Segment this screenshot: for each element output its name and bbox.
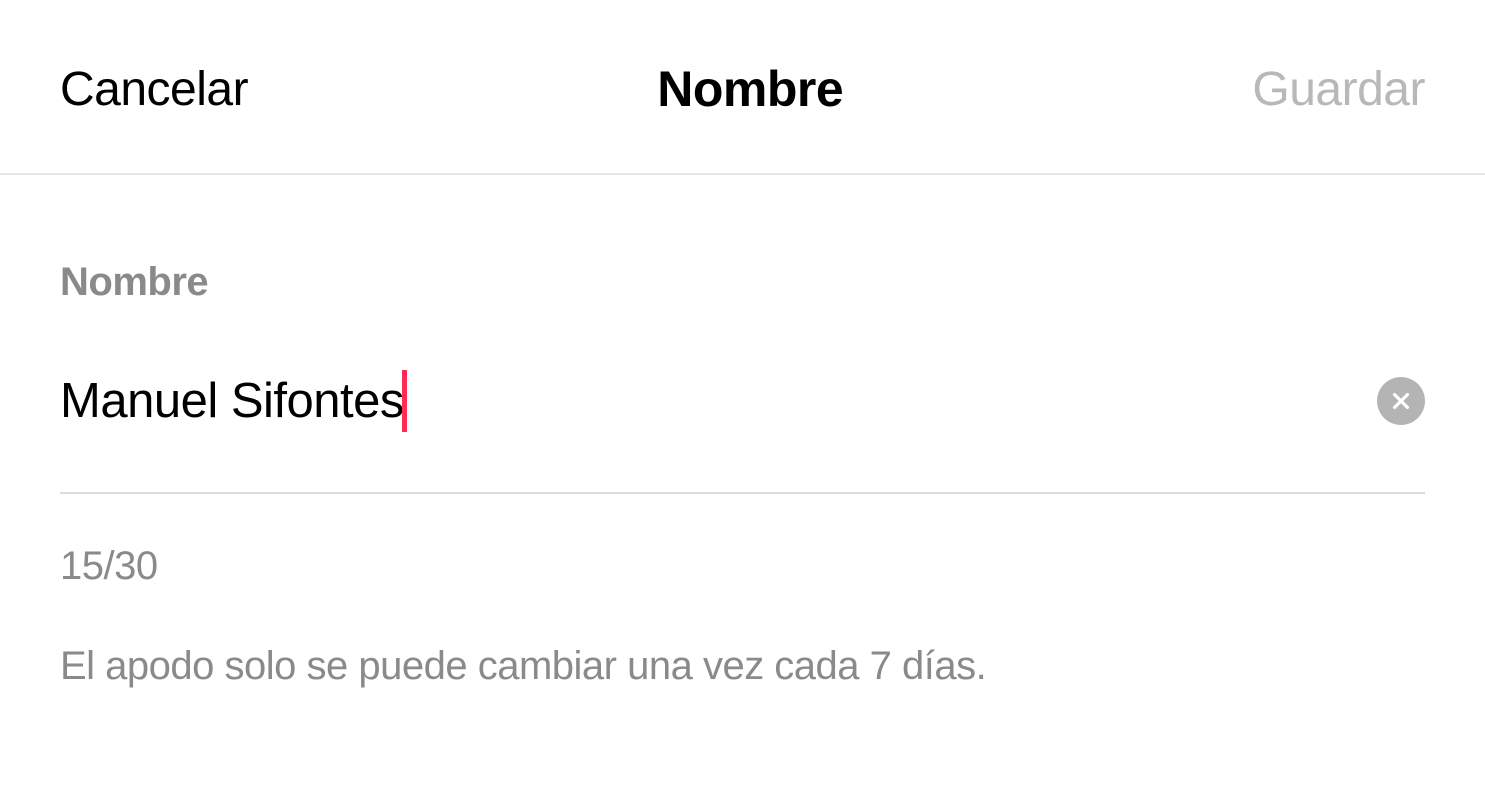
header: Cancelar Nombre Guardar	[0, 0, 1485, 175]
save-button[interactable]: Guardar	[1252, 62, 1425, 117]
close-icon	[1390, 390, 1412, 412]
hint-text: El apodo solo se puede cambiar una vez c…	[60, 644, 1425, 689]
cancel-button[interactable]: Cancelar	[60, 62, 248, 117]
character-count: 15/30	[60, 544, 1425, 589]
name-input[interactable]: Manuel Sifontes	[60, 373, 404, 429]
page-title: Nombre	[657, 60, 843, 118]
input-wrapper: Manuel Sifontes	[60, 370, 1377, 432]
text-caret	[402, 370, 407, 432]
input-row: Manuel Sifontes	[60, 370, 1425, 494]
content-area: Nombre Manuel Sifontes 15/30 El apodo so…	[0, 175, 1485, 689]
field-label: Nombre	[60, 260, 1425, 305]
clear-button[interactable]	[1377, 377, 1425, 425]
